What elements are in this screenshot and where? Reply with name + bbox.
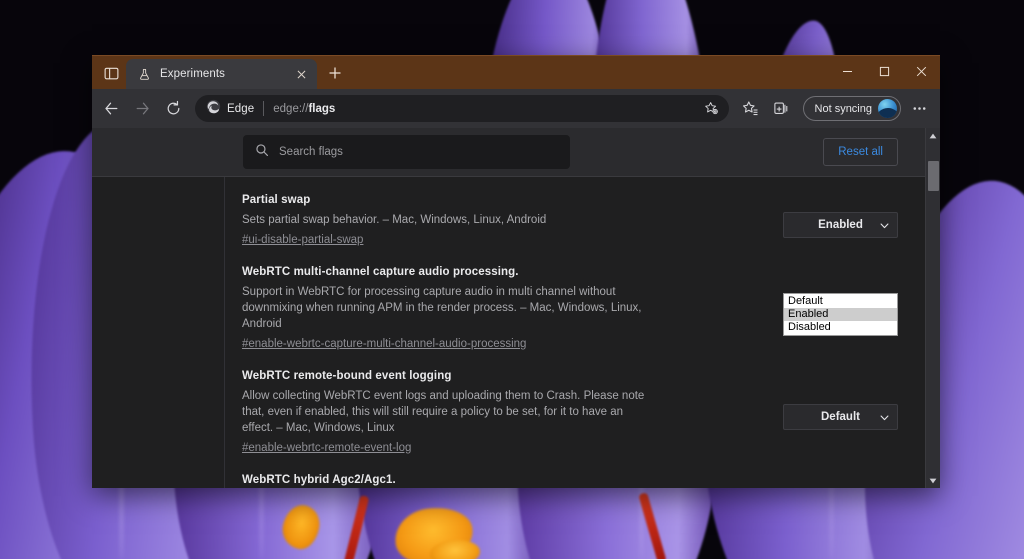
- star-add-icon[interactable]: [700, 97, 724, 121]
- flag-select-wrap: Default Default Enabled Disabled: [783, 266, 898, 336]
- flag-info: WebRTC hybrid Agc2/Agc1. WebRTC Agc2 dig…: [242, 474, 765, 488]
- flags-page: Search flags Reset all Partial swap Sets…: [92, 128, 925, 488]
- flag-select[interactable]: Default: [783, 404, 898, 430]
- edge-brand: Edge: [206, 99, 254, 119]
- ellipsis-icon[interactable]: [904, 94, 934, 124]
- flag-link[interactable]: #enable-webrtc-remote-event-log: [242, 442, 411, 454]
- navigation-toolbar: Edge edge://flags Not syncing: [92, 89, 940, 128]
- tab-search-icon[interactable]: [96, 59, 126, 87]
- search-placeholder: Search flags: [279, 146, 343, 158]
- refresh-icon[interactable]: [158, 94, 188, 124]
- edge-brand-label: Edge: [227, 102, 255, 115]
- address-emphasis: flags: [308, 102, 336, 115]
- browser-tab[interactable]: Experiments: [126, 59, 317, 89]
- tab-strip: Experiments: [92, 55, 829, 89]
- address-prefix: edge://: [273, 102, 309, 115]
- flag-link[interactable]: #enable-webrtc-capture-multi-channel-aud…: [242, 338, 526, 350]
- flag-info: WebRTC remote-bound event logging Allow …: [242, 370, 765, 456]
- page-scrollbar-track[interactable]: [926, 143, 941, 473]
- flags-header: Search flags Reset all: [92, 128, 925, 177]
- reset-all-label: Reset all: [838, 146, 883, 158]
- scroll-down-arrow-icon[interactable]: [926, 473, 941, 488]
- flag-title: WebRTC hybrid Agc2/Agc1.: [242, 474, 396, 486]
- flag-entry: WebRTC hybrid Agc2/Agc1. WebRTC Agc2 dig…: [242, 474, 898, 488]
- flag-select[interactable]: Enabled: [783, 212, 898, 238]
- flag-description: Sets partial swap behavior. – Mac, Windo…: [242, 214, 547, 226]
- chevron-down-icon: [880, 216, 889, 234]
- profile-button[interactable]: Not syncing: [802, 96, 901, 121]
- forward-arrow-icon[interactable]: [127, 94, 157, 124]
- plus-icon[interactable]: [321, 59, 349, 87]
- page-scrollbar[interactable]: [925, 128, 940, 488]
- flags-list: Partial swap Sets partial swap behavior.…: [225, 177, 925, 488]
- close-icon[interactable]: [293, 66, 309, 82]
- search-icon: [255, 143, 269, 162]
- scroll-up-arrow-icon[interactable]: [926, 128, 941, 143]
- flags-body: Partial swap Sets partial swap behavior.…: [92, 177, 925, 488]
- back-arrow-icon[interactable]: [96, 94, 126, 124]
- profile-label: Not syncing: [814, 102, 872, 115]
- collections-icon[interactable]: [767, 94, 797, 124]
- favorites-list-icon[interactable]: [736, 94, 766, 124]
- flag-select-wrap: Default: [783, 474, 898, 488]
- flags-sidebar: [92, 177, 225, 488]
- search-input[interactable]: Search flags: [243, 135, 570, 169]
- address-separator: [263, 101, 265, 116]
- flag-entry: Partial swap Sets partial swap behavior.…: [242, 194, 898, 248]
- beaker-icon: [137, 67, 152, 82]
- page-scrollbar-thumb[interactable]: [927, 161, 939, 191]
- select-option-default[interactable]: Default: [784, 295, 897, 308]
- flag-select-value: Default: [821, 411, 860, 423]
- address-bar[interactable]: Edge edge://flags: [195, 95, 729, 122]
- minimize-button[interactable]: [829, 56, 866, 86]
- avatar-icon: [878, 99, 897, 118]
- select-dropdown-popup[interactable]: Default Enabled Disabled: [783, 293, 898, 336]
- title-bar: Experiments: [92, 55, 940, 89]
- select-option-disabled[interactable]: Disabled: [784, 321, 897, 334]
- flag-description: Support in WebRTC for processing capture…: [242, 286, 642, 330]
- flag-description: Allow collecting WebRTC event logs and u…: [242, 390, 645, 434]
- browser-window: Experiments Edge edge://flags Not syncin…: [92, 55, 940, 488]
- flag-title: WebRTC multi-channel capture audio proce…: [242, 266, 519, 278]
- reset-all-button[interactable]: Reset all: [823, 138, 898, 166]
- tab-title: Experiments: [160, 68, 226, 80]
- flag-entry: WebRTC multi-channel capture audio proce…: [242, 266, 898, 352]
- flag-info: Partial swap Sets partial swap behavior.…: [242, 194, 765, 248]
- maximize-button[interactable]: [866, 56, 903, 86]
- flag-title: Partial swap: [242, 194, 311, 206]
- flag-link[interactable]: #ui-disable-partial-swap: [242, 234, 363, 246]
- flag-select-value: Enabled: [818, 219, 863, 231]
- flag-entry: WebRTC remote-bound event logging Allow …: [242, 370, 898, 456]
- page-viewport: Search flags Reset all Partial swap Sets…: [92, 128, 940, 488]
- edge-logo-icon: [206, 99, 221, 119]
- close-window-button[interactable]: [903, 56, 940, 86]
- window-controls: [829, 56, 940, 86]
- chevron-down-icon: [880, 408, 889, 426]
- flag-select-wrap: Default: [783, 370, 898, 430]
- flag-title: WebRTC remote-bound event logging: [242, 370, 452, 382]
- address-text: edge://flags: [273, 103, 335, 115]
- flag-info: WebRTC multi-channel capture audio proce…: [242, 266, 765, 352]
- flag-select-wrap: Enabled: [783, 194, 898, 238]
- select-option-enabled[interactable]: Enabled: [784, 308, 897, 321]
